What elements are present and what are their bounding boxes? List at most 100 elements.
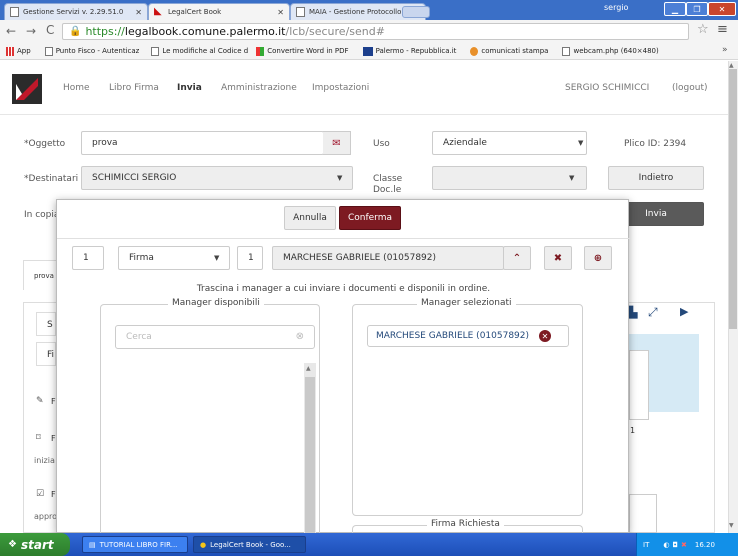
close-icon[interactable]: ✕ [131,8,142,17]
add-icon[interactable]: ⊕ [584,246,612,270]
destinatari-label: *Destinatari [24,174,79,184]
conferma-button[interactable]: Conferma [339,206,401,230]
oggetto-input[interactable]: prova [81,131,324,155]
apps-grid-icon [6,46,14,56]
browser-tab-legalcert[interactable]: ◣ LegalCert Book ✕ [148,3,290,20]
checkbox-icon[interactable]: ☑ [36,489,44,499]
firma-richiesta-legend: Firma Richiesta [427,519,504,529]
scroll-up-icon[interactable]: ▲ [306,365,311,372]
search-field[interactable]: S [36,312,56,336]
count-input[interactable]: 1 [237,246,263,270]
antivirus-icon[interactable]: ✖ [681,541,687,549]
bookmark-comunicati[interactable]: comunicati stampa [470,46,548,56]
legalcert-logo[interactable] [12,74,42,104]
classe-select[interactable] [432,166,587,190]
network-icon[interactable]: ◐ [663,541,669,549]
page-thumbnail[interactable] [629,350,649,420]
clear-search-icon[interactable]: ⊗ [296,331,304,342]
uso-select[interactable]: Aziendale [432,131,587,155]
window-user-label: sergio [604,3,629,12]
chrome-menu-icon[interactable]: ≡ [717,22,728,37]
bookmark-star-icon[interactable]: ☆ [697,22,709,37]
play-icon[interactable]: ▶ [680,305,688,318]
destinatari-select[interactable]: SCHIMICCI SERGIO [81,166,353,190]
logout-link[interactable]: (logout) [672,83,707,93]
url-scheme: https:// [85,25,125,38]
start-button[interactable]: ❖ start [0,533,70,556]
back-arrow-icon[interactable]: ← [6,24,16,38]
chevron-up-icon[interactable]: ⌃ [503,246,531,270]
page-icon [151,46,160,56]
page-icon [44,46,53,56]
chevron-down-icon: ▼ [214,254,220,262]
indietro-button[interactable]: Indietro [608,166,704,190]
page-thumbnail[interactable] [629,494,657,533]
page-icon [562,46,571,56]
reload-icon[interactable]: C [46,23,54,37]
nav-home[interactable]: Home [63,83,90,93]
nav-impostazioni[interactable]: Impostazioni [312,83,369,93]
chrome-icon: ● [200,540,207,549]
nav-libro-firma[interactable]: Libro Firma [109,83,159,93]
list-item: F [51,490,56,499]
forward-arrow-icon[interactable]: → [26,24,36,38]
remove-manager-icon[interactable]: ✕ [539,330,552,342]
word-icon: ▤ [89,540,96,549]
instruction-text: Trascina i manager a cui inviare i docum… [196,284,491,294]
new-tab-button[interactable] [402,6,430,18]
remove-icon[interactable]: ✖ [544,246,572,270]
order-input[interactable]: 1 [72,246,104,270]
url-path: /lcb/secure/send# [285,25,385,38]
bookmark-icon: ⌑ [36,433,41,443]
language-indicator[interactable]: IT [643,541,649,549]
bookmarks-overflow-icon[interactable]: » [722,45,728,55]
chevron-down-icon: ▼ [578,139,584,147]
edit-icon: ✎ [36,396,44,406]
bookmark-word-pdf[interactable]: Convertire Word in PDF [256,46,349,56]
url-input[interactable]: 🔒 https:// legalbook.comune.palermo.it /… [62,23,689,40]
taskbar-item-tutorial[interactable]: ▤ TUTORIAL LIBRO FIR... [82,536,188,553]
bookmark-repubblica[interactable]: Palermo - Repubblica.it [362,46,456,56]
nav-invia[interactable]: Invia [177,83,202,93]
list-item: F [51,434,56,443]
manager-search-input[interactable]: Cerca ⊗ [115,325,315,349]
oggetto-label: *Oggetto [24,139,66,149]
scroll-up-icon[interactable]: ▲ [729,62,734,69]
fullscreen-icon[interactable]: ⤢ [648,305,658,320]
url-host: legalbook.comune.palermo.it [124,25,286,38]
bookmark-webcam[interactable]: webcam.php (640×480) [562,46,659,56]
browser-tab-gestione-servizi[interactable]: Gestione Servizi v. 2.29.51.0 ✕ [4,3,148,20]
bookmarks-bar: App Punto Fisco - Autenticaz Le modifich… [0,43,738,60]
page-number: 1 [630,426,636,435]
legalcert-logo-icon: ◣ [154,6,162,17]
filter-field[interactable]: Fi [36,342,56,366]
maximize-button[interactable]: ❐ [686,2,708,16]
page-icon [296,7,305,17]
nav-amministrazione[interactable]: Amministrazione [221,83,297,93]
close-icon[interactable]: ✕ [273,8,284,17]
user-name: SERGIO SCHIMICCI [565,83,650,93]
bookmark-punto-fisco[interactable]: Punto Fisco - Autenticaz [44,46,139,56]
classe-label: Classe Doc.le [373,174,403,195]
manager-select[interactable]: MARCHESE GABRIELE (01057892) [272,246,504,270]
annulla-button[interactable]: Annulla [284,206,336,230]
chevron-down-icon: ▼ [337,174,343,182]
print-icon[interactable]: ▙ [629,306,637,319]
minimize-button[interactable]: ▁ [664,2,686,16]
scroll-down-icon[interactable]: ▼ [729,522,734,529]
list-item: F [51,397,56,406]
bookmark-codice[interactable]: Le modifiche al Codice d [151,46,248,56]
bookmark-app[interactable]: App [6,46,31,56]
plico-id: Plico ID: 2394 [624,139,687,149]
scrollbar-thumb[interactable] [305,377,315,534]
list-scrollbar[interactable]: ▲ [304,363,316,534]
available-managers-legend: Manager disponibili [168,298,264,308]
window-close-button[interactable]: ✕ [708,2,736,16]
chevron-down-icon: ▼ [569,174,575,182]
scrollbar-thumb[interactable] [729,69,737,329]
mail-icon[interactable]: ✉ [323,131,351,155]
taskbar-item-legalcert[interactable]: ● LegalCert Book - Goo... [193,536,306,553]
security-icon[interactable]: ◘ [672,541,678,549]
manager-selection-modal: Annulla Conferma 1 Firma ▼ 1 MARCHESE GA… [56,199,630,545]
selected-manager-chip[interactable]: MARCHESE GABRIELE (01057892) ✕ [367,325,569,347]
